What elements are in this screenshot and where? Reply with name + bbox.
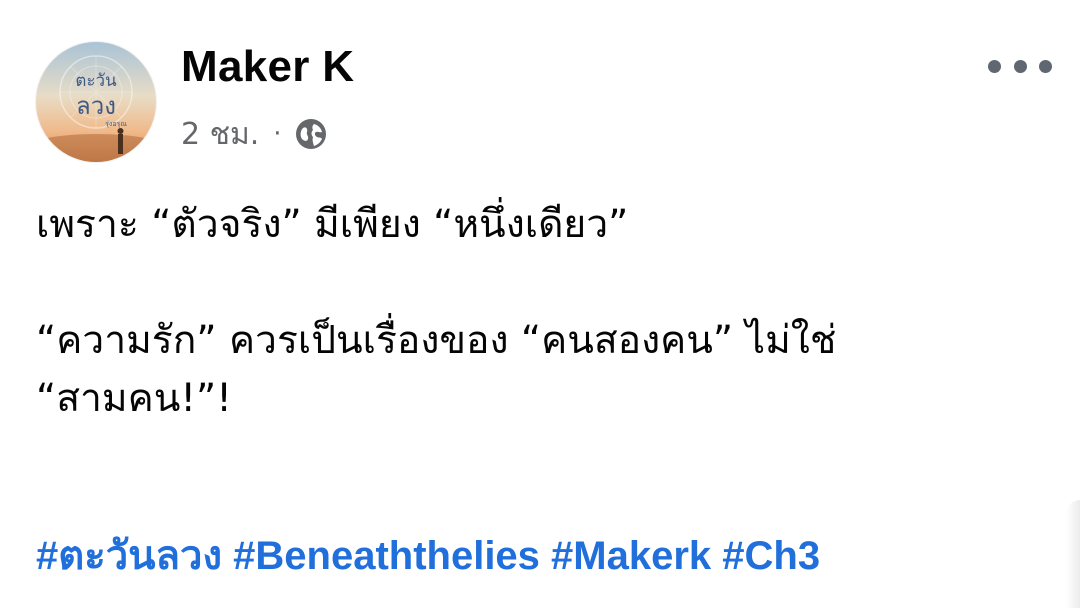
hashtag-link[interactable]: #Beneaththelies (233, 534, 540, 578)
hashtag-link[interactable]: #Makerk (551, 534, 711, 578)
author-name[interactable]: Maker K (181, 40, 354, 94)
post-body-line-1: เพราะ “ตัวจริง” มีเพียง “หนึ่งเดียว” (36, 202, 629, 247)
timestamp[interactable]: 2 ชม. (181, 111, 259, 158)
post-body: เพราะ “ตัวจริง” มีเพียง “หนึ่งเดียว” “คว… (36, 196, 1036, 428)
more-options-icon (1013, 59, 1027, 73)
post-meta: 2 ชม. · (181, 112, 328, 156)
avatar[interactable]: ตะวัน ลวง รุ่งอรุณ (36, 42, 156, 162)
more-options-icon (1039, 59, 1052, 73)
avatar-caption: รุ่งอรุณ (105, 120, 127, 128)
meta-separator: · (273, 119, 282, 149)
facebook-post: ตะวัน ลวง รุ่งอรุณ Maker K 2 ชม. · เพราะ… (0, 0, 1080, 608)
avatar-book-cover-icon: ตะวัน ลวง รุ่งอรุณ (36, 42, 156, 162)
hashtag-list: #ตะวันลวง #Beneaththelies #Makerk #Ch3 (36, 526, 820, 586)
post-body-line-3: “ความรัก” ควรเป็นเรื่องของ “คนสองคน” ไม่… (36, 318, 837, 363)
post-body-line-4: “สามคน!”! (36, 376, 232, 421)
globe-icon[interactable] (294, 117, 328, 151)
hashtag-link[interactable]: #ตะวันลวง (36, 534, 222, 578)
hashtag-link[interactable]: #Ch3 (722, 534, 820, 578)
avatar-title-line-2: ลวง (76, 92, 116, 120)
more-options-icon (988, 59, 1001, 73)
more-options-button[interactable] (988, 50, 1052, 82)
post-body-line-2 (36, 254, 1036, 312)
avatar-title-line-1: ตะวัน (75, 71, 117, 91)
scroll-edge-shadow (1066, 500, 1080, 608)
